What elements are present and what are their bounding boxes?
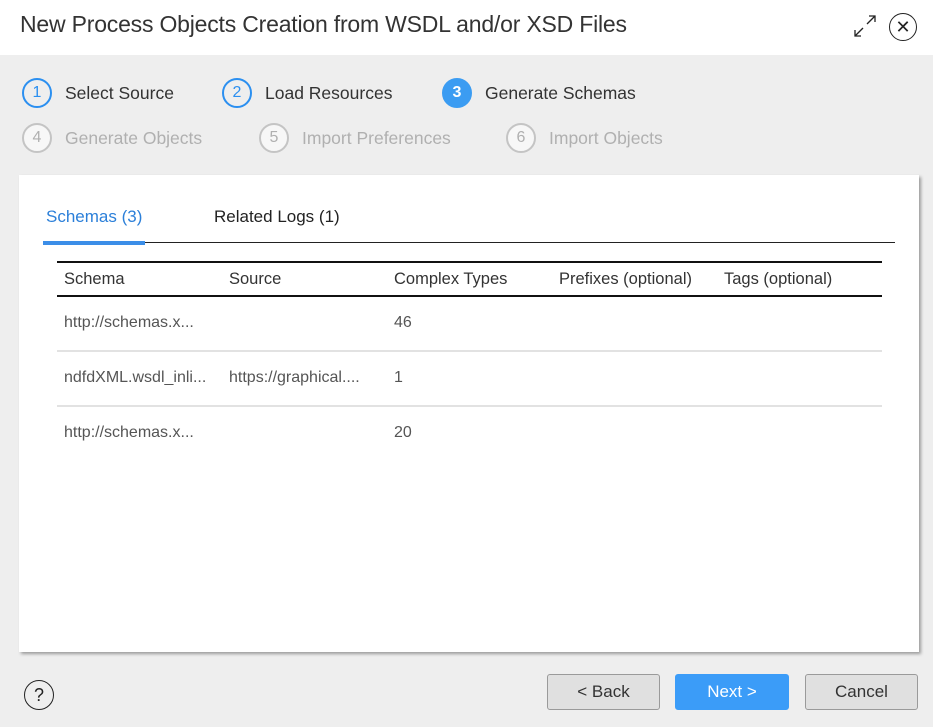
next-button[interactable]: Next > [675, 674, 789, 710]
table-row[interactable]: http://schemas.x... 46 [57, 297, 882, 352]
column-header-schema[interactable]: Schema [64, 270, 125, 289]
step-number-badge: 4 [22, 123, 52, 153]
step-label: Import Preferences [302, 127, 451, 148]
step-number-badge: 5 [259, 123, 289, 153]
column-header-complex-types[interactable]: Complex Types [394, 270, 507, 289]
cell-complex-types: 1 [394, 369, 403, 386]
cell-source: https://graphical.... [229, 369, 360, 386]
step-generate-objects: 4 Generate Objects [22, 122, 202, 154]
column-header-source[interactable]: Source [229, 270, 281, 289]
step-number-badge: 2 [222, 78, 252, 108]
step-label: Generate Schemas [485, 82, 636, 103]
schemas-table: Schema Source Complex Types Prefixes (op… [57, 261, 882, 462]
cell-schema: ndfdXML.wsdl_inli... [64, 369, 207, 386]
cell-schema: http://schemas.x... [64, 314, 194, 331]
table-header: Schema Source Complex Types Prefixes (op… [57, 261, 882, 297]
tab-related-logs[interactable]: Related Logs (1) [214, 205, 340, 243]
step-number-badge: 6 [506, 123, 536, 153]
cell-schema: http://schemas.x... [64, 424, 194, 441]
step-number-badge: 3 [442, 78, 472, 108]
dialog-title: New Process Objects Creation from WSDL a… [20, 11, 627, 37]
tab-schemas[interactable]: Schemas (3) [42, 205, 146, 245]
step-number-badge: 1 [22, 78, 52, 108]
column-header-prefixes[interactable]: Prefixes (optional) [559, 270, 692, 289]
step-label: Generate Objects [65, 127, 203, 148]
step-import-preferences: 5 Import Preferences [259, 122, 451, 154]
step-select-source: 1 Select Source [22, 77, 174, 109]
tab-bar: Schemas (3) Related Logs (1) [42, 205, 895, 245]
wizard-steps: 1 Select Source 2 Load Resources 3 Gener… [0, 55, 933, 175]
cancel-button[interactable]: Cancel [805, 674, 918, 710]
step-load-resources: 2 Load Resources [222, 77, 392, 109]
help-icon[interactable]: ? [24, 680, 54, 710]
expand-icon[interactable] [851, 12, 879, 40]
step-import-objects: 6 Import Objects [506, 122, 663, 154]
dialog-titlebar: New Process Objects Creation from WSDL a… [0, 0, 933, 55]
cell-complex-types: 46 [394, 314, 412, 331]
step-label: Select Source [65, 82, 174, 103]
content-panel: Schemas (3) Related Logs (1) Schema Sour… [19, 175, 919, 652]
close-icon[interactable]: ✕ [889, 13, 917, 41]
cell-complex-types: 20 [394, 424, 412, 441]
step-generate-schemas: 3 Generate Schemas [442, 77, 636, 109]
step-label: Import Objects [549, 127, 663, 148]
back-button[interactable]: < Back [547, 674, 660, 710]
column-header-tags[interactable]: Tags (optional) [724, 270, 832, 289]
table-row[interactable]: http://schemas.x... 20 [57, 407, 882, 462]
step-label: Load Resources [265, 82, 393, 103]
table-row[interactable]: ndfdXML.wsdl_inli... https://graphical..… [57, 352, 882, 407]
